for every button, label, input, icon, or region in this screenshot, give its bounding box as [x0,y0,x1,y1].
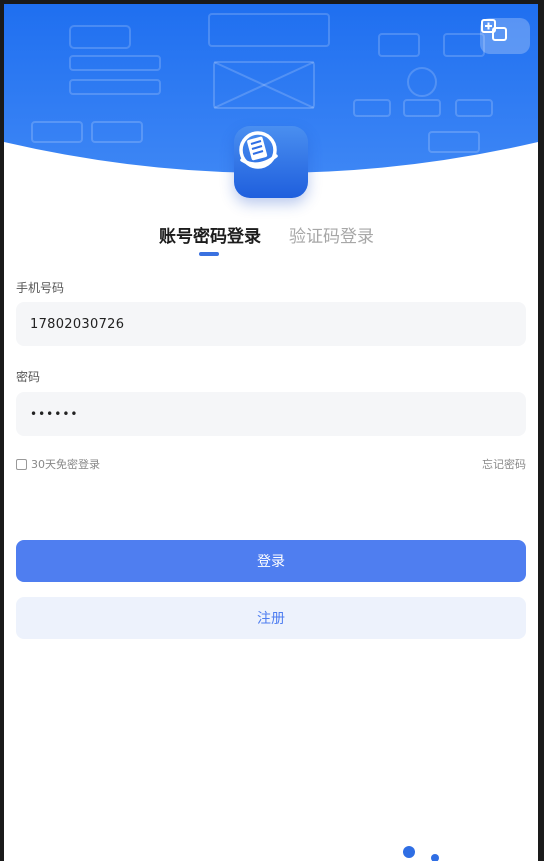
app-logo [234,126,308,198]
tab-sms-login[interactable]: 验证码登录 [289,222,374,247]
remember-login[interactable]: 30天免密登录 [16,456,100,472]
password-input[interactable]: •••••• [16,392,526,436]
register-button-label: 注册 [257,611,285,627]
swap-screen-icon [481,19,507,41]
tab-password-login[interactable]: 账号密码登录 [159,222,261,247]
password-label: 密码 [16,370,41,384]
login-button-label: 登录 [257,554,285,570]
app-logo-icon [239,131,278,169]
login-screen: 账号密码登录 验证码登录 手机号码 17802030726 密码 •••••• … [4,4,538,861]
header-banner [4,4,538,204]
register-button[interactable]: 注册 [16,597,526,639]
login-button[interactable]: 登录 [16,540,526,582]
phone-value: 17802030726 [30,316,125,332]
phone-input[interactable]: 17802030726 [16,302,526,346]
remember-label: 30天免密登录 [31,458,100,471]
tab-active-indicator [199,252,219,256]
login-tabs: 账号密码登录 验证码登录 [4,222,538,262]
login-options: 30天免密登录 忘记密码 [16,456,526,472]
decorative-dots-icon [403,846,439,861]
phone-label: 手机号码 [16,281,65,295]
remember-checkbox[interactable] [16,458,27,470]
password-value: •••••• [30,407,79,421]
forgot-password-link[interactable]: 忘记密码 [482,456,526,472]
switch-button[interactable] [480,18,530,54]
